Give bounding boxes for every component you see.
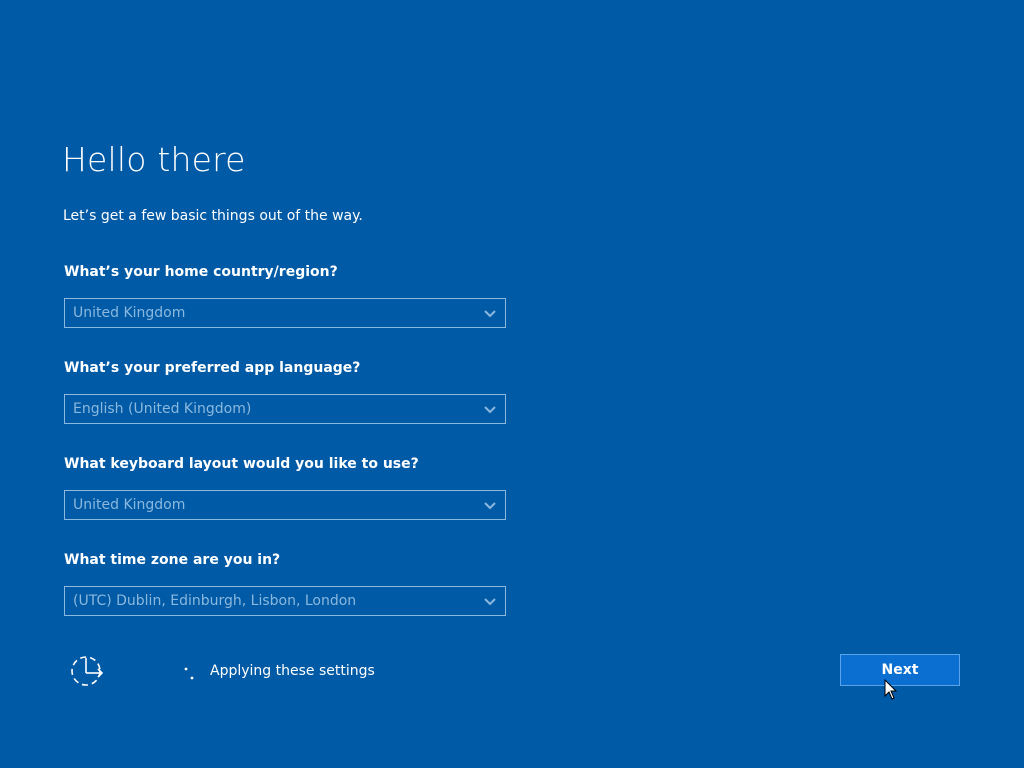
page-subtitle: Let’s get a few basic things out of the …	[63, 208, 363, 224]
sync-icon	[71, 656, 104, 686]
next-button[interactable]: Next	[840, 654, 960, 686]
time-zone-value: (UTC) Dublin, Edinburgh, Lisbon, London	[73, 593, 357, 609]
chevron-down-icon	[484, 406, 496, 414]
country-label: What’s your home country/region?	[64, 264, 338, 280]
keyboard-layout-select[interactable]: United Kingdom	[64, 490, 506, 520]
keyboard-layout-label: What keyboard layout would you like to u…	[64, 456, 419, 472]
time-zone-select[interactable]: (UTC) Dublin, Edinburgh, Lisbon, London	[64, 586, 506, 616]
chevron-down-icon	[484, 598, 496, 606]
app-language-label: What’s your preferred app language?	[64, 360, 361, 376]
time-zone-label: What time zone are you in?	[64, 552, 281, 568]
app-language-select[interactable]: English (United Kingdom)	[64, 394, 506, 424]
country-value: United Kingdom	[73, 305, 186, 321]
status-text: Applying these settings	[210, 663, 375, 679]
loading-spinner-icon	[184, 667, 194, 680]
country-select[interactable]: United Kingdom	[64, 298, 506, 328]
oobe-screen: Hello there Let’s get a few basic things…	[0, 0, 1024, 768]
chevron-down-icon	[484, 502, 496, 510]
chevron-down-icon	[484, 310, 496, 318]
keyboard-layout-value: United Kingdom	[73, 497, 186, 513]
mouse-pointer-icon	[884, 679, 898, 700]
app-language-value: English (United Kingdom)	[73, 401, 252, 417]
page-title: Hello there	[62, 140, 246, 179]
